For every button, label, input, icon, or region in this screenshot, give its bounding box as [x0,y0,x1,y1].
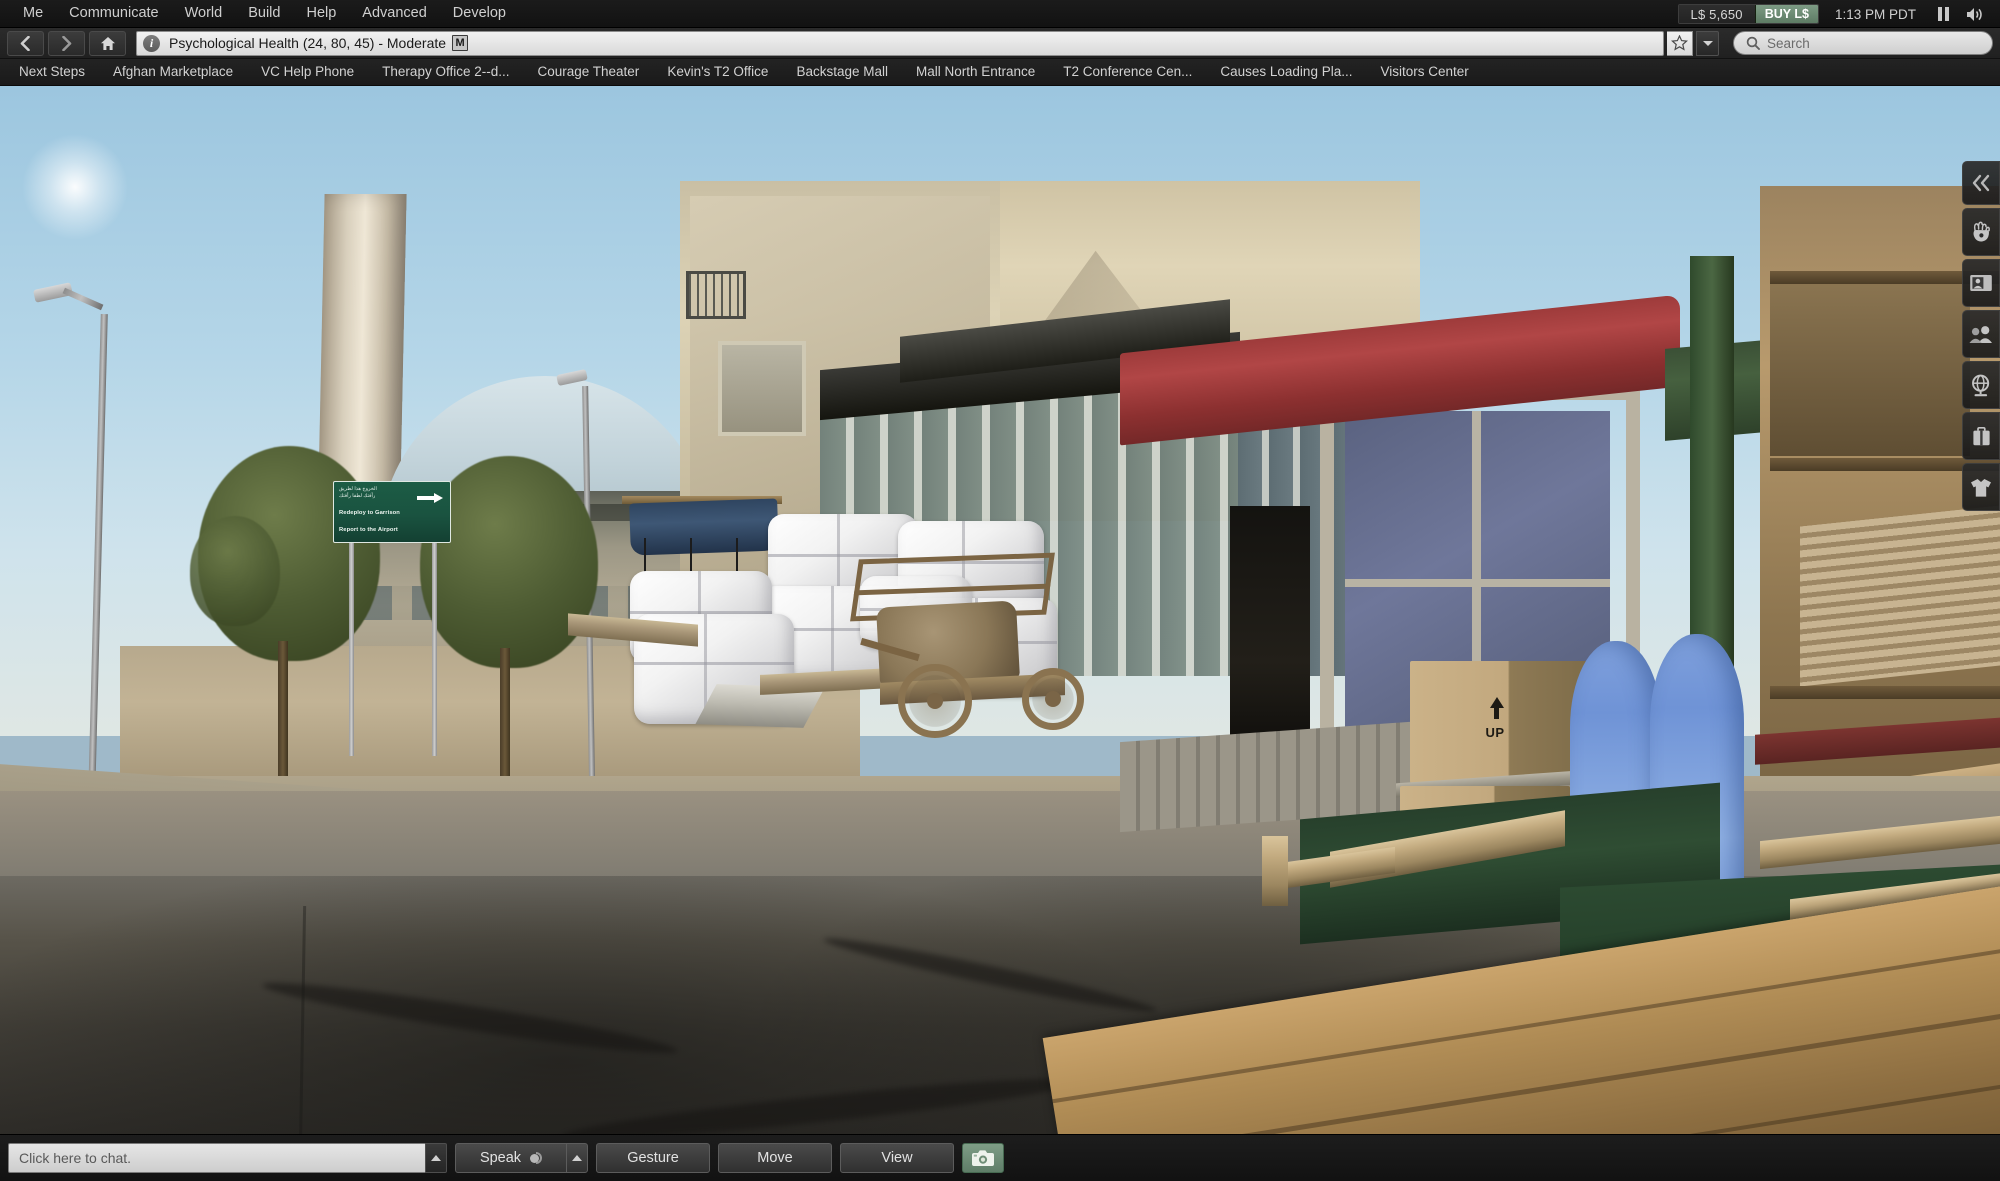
right-sidebar [1958,86,2000,511]
second-life-viewer-window: Me Communicate World Build Help Advanced… [0,0,2000,1181]
search-icon [1746,36,1760,50]
menu-world[interactable]: World [172,2,236,25]
speak-button[interactable]: Speak [455,1143,567,1173]
sun-glow [20,132,130,242]
favorite-mall-north-entrance[interactable]: Mall North Entrance [903,62,1048,82]
favorites-bar: Next Steps Afghan Marketplace VC Help Ph… [0,59,2000,86]
move-button[interactable]: Move [718,1143,832,1173]
favorite-t2-conference-center[interactable]: T2 Conference Cen... [1050,62,1205,82]
speak-label: Speak [479,1150,522,1166]
road-sign-arabic-line-1: الخروج هذا لطريق [339,486,377,492]
favorite-courage-theater[interactable]: Courage Theater [524,62,652,82]
box-up-label-top: UP [1485,725,1505,740]
voice-options-dropdown[interactable] [566,1143,588,1173]
balcony-railing [686,271,746,319]
favorite-causes-loading-plaza[interactable]: Causes Loading Pla... [1207,62,1365,82]
shop-wooden-slats [1800,505,2000,687]
sidebar-item-profile[interactable] [1962,259,2000,307]
parcel-info-icon[interactable]: i [143,34,160,52]
favorite-therapy-office-2[interactable]: Therapy Office 2--d... [369,62,522,82]
home-button[interactable] [89,30,126,56]
double-chevron-left-icon [1972,174,1990,192]
stall-blue-tarp [629,498,779,556]
shop-shelf-3 [1770,686,2000,699]
sidebar-item-inventory[interactable] [1962,412,2000,460]
post-vertical [1262,836,1288,906]
microphone-level-icon [530,1152,543,1164]
favorite-kevins-t2-office[interactable]: Kevin's T2 Office [654,62,781,82]
cardboard-box-top: UP [1410,661,1588,783]
menu-me[interactable]: Me [10,2,56,25]
cart-wheel-front [898,664,972,738]
people-group-icon [1969,326,1992,343]
search-placeholder: Search [1767,35,1810,51]
search-input[interactable]: Search [1733,31,1993,55]
favorite-next-steps[interactable]: Next Steps [6,62,98,82]
shirt-appearance-icon [1971,478,1991,497]
chat-history-toggle[interactable] [425,1143,447,1173]
chat-placeholder: Click here to chat. [19,1150,132,1166]
location-history-dropdown[interactable] [1696,30,1719,56]
media-pause-icon[interactable] [1932,4,1954,24]
center-building-window [718,341,806,436]
bottom-toolbar: Click here to chat. Speak Gesture Move V… [0,1134,2000,1181]
sidebar-item-people[interactable] [1962,310,2000,358]
navigation-bar: i Psychological Health (24, 80, 45) - Mo… [0,28,2000,59]
gesture-button[interactable]: Gesture [596,1143,710,1173]
sidebar-item-places[interactable] [1962,361,2000,409]
linden-balance[interactable]: L$ 5,650 [1678,5,1755,23]
camera-icon [972,1150,994,1166]
sidebar-item-appearance[interactable] [1962,463,2000,511]
sidebar-collapse-button[interactable] [1962,161,2000,205]
chat-bar-group: Click here to chat. [8,1143,447,1173]
buy-linden-button[interactable]: BUY L$ [1754,5,1818,23]
menu-develop[interactable]: Develop [440,2,519,25]
road-sign[interactable]: الخروج هذا لطريق رأفتك لطفا رأفتك Redepl… [333,481,451,543]
location-text: Psychological Health (24, 80, 45) - Mode… [169,35,447,51]
sidebar-item-gestures[interactable] [1962,208,2000,256]
top-menu-bar: Me Communicate World Build Help Advanced… [0,0,2000,28]
road-sign-post-left [349,506,354,756]
clock-label: 1:13 PM PDT [1834,6,1916,22]
road-sign-english-line-1: Redeploy to Garrison [339,509,400,516]
add-favorite-star-icon[interactable] [1667,30,1693,56]
globe-places-icon [1972,374,1990,396]
maturity-rating-badge: M [452,35,469,51]
forward-button[interactable] [48,30,85,56]
world-viewport-3d-scene[interactable]: الخروج هذا لطريق رأفتك لطفا رأفتك Redepl… [0,86,2000,1134]
shop-doorway [1230,506,1310,766]
currency-group: L$ 5,650 BUY L$ [1677,4,1819,24]
favorite-backstage-mall[interactable]: Backstage Mall [783,62,901,82]
road-sign-english-line-2: Report to the Airport [339,527,398,534]
menu-communicate[interactable]: Communicate [56,2,171,25]
volume-icon[interactable] [1964,4,1986,24]
profile-card-icon [1970,275,1992,291]
favorite-afghan-marketplace[interactable]: Afghan Marketplace [100,62,246,82]
menu-advanced[interactable]: Advanced [349,2,440,25]
view-button[interactable]: View [840,1143,954,1173]
road-sign-post-right [432,506,437,756]
menu-build[interactable]: Build [235,2,293,25]
chat-input[interactable]: Click here to chat. [8,1143,426,1173]
speak-button-group: Speak [455,1143,588,1173]
inventory-suitcase-icon [1972,426,1990,445]
cart-wheel-back [1022,668,1084,730]
favorite-vc-help-phone[interactable]: VC Help Phone [248,62,367,82]
menu-bar-status-area: L$ 5,650 BUY L$ 1:13 PM PDT [1677,0,2000,28]
menu-help[interactable]: Help [293,2,349,25]
snapshot-button[interactable] [962,1143,1004,1173]
hand-gesture-icon [1973,221,1990,242]
road-sign-right-arrow-icon [417,493,443,503]
shop-back-panel [1770,281,1970,456]
back-button[interactable] [7,30,44,56]
location-bar[interactable]: i Psychological Health (24, 80, 45) - Mo… [136,30,1664,56]
favorite-visitors-center[interactable]: Visitors Center [1367,62,1481,82]
